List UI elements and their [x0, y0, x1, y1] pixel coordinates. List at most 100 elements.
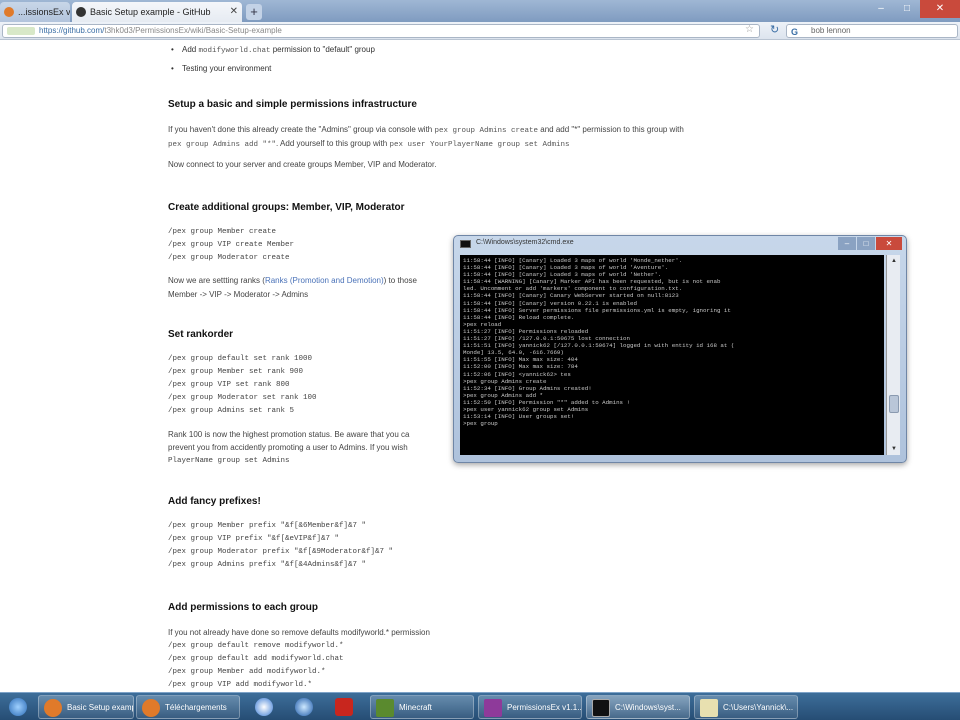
code-line: /pex group default remove modifyworld.*: [168, 642, 344, 650]
console-line: 11:52:06 [INFO] <yannick62> tes: [463, 370, 571, 378]
tab-basic-setup[interactable]: Basic Setup example - GitHub ✕: [72, 2, 242, 22]
console-line: led. Uncomment or add 'markers' componen…: [463, 285, 683, 293]
code-line: /pex group Member set rank 900: [168, 368, 304, 376]
taskbar-item-firefox[interactable]: Basic Setup examp...: [38, 695, 134, 719]
reload-icon[interactable]: ↻: [770, 23, 779, 36]
code-line: /pex group VIP add modifyworld.*: [168, 681, 313, 689]
paragraph: pex group Admins add "*". Add yourself t…: [168, 139, 570, 149]
close-tab-icon[interactable]: ✕: [230, 2, 238, 22]
firefox-favicon-icon: [4, 7, 14, 17]
search-text: bob lennon: [811, 26, 851, 35]
console-line: >pex group Admins add *: [463, 391, 544, 399]
firefox-icon: [44, 699, 62, 717]
paragraph: If you haven't done this already create …: [168, 125, 684, 135]
console-line: >pex group Admins create: [463, 377, 547, 385]
close-window-icon[interactable]: ✕: [876, 237, 902, 250]
scroll-thumb[interactable]: [889, 395, 899, 413]
bookmark-star-icon[interactable]: ☆: [745, 24, 754, 35]
search-input[interactable]: G bob lennon: [786, 24, 958, 38]
code-line: /pex group default add modifyworld.chat: [168, 655, 344, 663]
cmd-scrollbar[interactable]: ▲ ▼: [886, 255, 900, 455]
github-favicon-icon: [76, 7, 86, 17]
console-line: >pex group: [463, 420, 498, 428]
close-window-icon[interactable]: ✕: [920, 0, 960, 18]
tab-label: Basic Setup example - GitHub: [90, 7, 211, 17]
paragraph: Rank 100 is now the highest promotion st…: [168, 430, 410, 439]
console-line: >pex reload: [463, 320, 502, 328]
taskbar-item-permissionsex[interactable]: PermissionsEx v1.1...: [478, 695, 582, 719]
search-engine-icon: G: [791, 27, 799, 37]
list-item: Testing your environment: [171, 64, 271, 73]
windows-orb-icon: [9, 698, 27, 716]
taskbar-app[interactable]: [246, 695, 282, 719]
section-heading-groups: Create additional groups: Member, VIP, M…: [168, 202, 405, 213]
console-line: 11:52:34 [INFO] Group Admins created!: [463, 384, 592, 392]
scroll-down-icon[interactable]: ▼: [887, 443, 901, 455]
console-line: 11:58:44 [WARNING] [Canary] Marker API h…: [463, 278, 721, 286]
console-line: 11:52:00 [INFO] Max max size: 784: [463, 363, 578, 371]
tab-permissionsex[interactable]: ...issionsEx v1.14 ...: [0, 2, 70, 22]
minimize-icon[interactable]: –: [868, 0, 894, 18]
code-line: /pex group VIP create Member: [168, 241, 295, 249]
console-line: 11:58:44 [INFO] Reload complete.: [463, 313, 575, 321]
code-line: /pex group Moderator prefix "&f[&9Modera…: [168, 548, 394, 556]
paragraph: If you not already have done so remove d…: [168, 628, 430, 637]
section-heading-rankorder: Set rankorder: [168, 329, 234, 340]
taskbar-item-cmd[interactable]: C:\Windows\syst...: [586, 695, 690, 719]
url-path: t3hk0d3/PermissionsEx/wiki/Basic-Setup-e…: [104, 26, 282, 35]
section-heading-prefixes: Add fancy prefixes!: [168, 496, 261, 507]
address-bar[interactable]: https://github.com/t3hk0d3/PermissionsEx…: [2, 24, 760, 38]
code-line: /pex group VIP set rank 800: [168, 381, 290, 389]
navigation-bar: https://github.com/t3hk0d3/PermissionsEx…: [0, 22, 960, 40]
console-line: 11:58:44 [INFO] [Canary] Loaded 3 maps o…: [463, 271, 662, 279]
inline-code: PlayerName group set Admins: [168, 457, 290, 465]
cmd-icon: [592, 699, 610, 717]
section-heading-infrastructure: Setup a basic and simple permissions inf…: [168, 99, 417, 110]
console-line: >pex user yannick62 group set Admins: [463, 405, 589, 413]
code-line: /pex group Member prefix "&f[&6Member&f]…: [168, 522, 367, 530]
console-line: 11:51:27 [INFO] /127.0.0.1:50675 lost co…: [463, 335, 630, 343]
maximize-icon[interactable]: □: [857, 237, 875, 250]
console-line: 11:58:44 [INFO] [Canary] Canary WebServe…: [463, 292, 679, 300]
console-line: 11:58:44 [INFO] Server permissions file …: [463, 306, 731, 314]
cmd-icon: [460, 240, 471, 248]
start-button[interactable]: [0, 695, 36, 719]
app-icon: [255, 698, 273, 716]
site-identity-icon[interactable]: [7, 27, 35, 35]
taskbar-item-explorer[interactable]: C:\Users\Yannick\...: [694, 695, 798, 719]
console-line: Monde] 13.5, 64.0, -616.7669): [463, 349, 564, 357]
code-line: /pex group Admins prefix "&f[&4Admins&f]…: [168, 561, 367, 569]
browser-tab-bar: ...issionsEx v1.14 ... Basic Setup examp…: [0, 0, 960, 22]
code-line: /pex group Moderator create: [168, 254, 290, 262]
cmd-window-title: C:\Windows\system32\cmd.exe: [476, 239, 574, 246]
taskbar-item-minecraft[interactable]: Minecraft: [370, 695, 474, 719]
console-line: 11:53:14 [INFO] User groups set!: [463, 413, 575, 421]
filezilla-icon: [335, 698, 353, 716]
paragraph: prevent you from accidently promoting a …: [168, 443, 408, 452]
tab-label: ...issionsEx v1.14 ...: [18, 7, 70, 17]
code-line: /pex group Moderator set rank 100: [168, 394, 317, 402]
inline-code: modifyworld.chat: [198, 47, 271, 55]
code-line: /pex group Admins set rank 5: [168, 407, 295, 415]
taskbar-app[interactable]: [286, 695, 322, 719]
console-line: 11:51:27 [INFO] Permissions reloaded: [463, 327, 589, 335]
section-heading-permissions: Add permissions to each group: [168, 602, 319, 613]
scroll-up-icon[interactable]: ▲: [887, 255, 901, 267]
console-output[interactable]: 11:58:44 [INFO] [Canary] Loaded 3 maps o…: [460, 255, 884, 455]
new-tab-button[interactable]: +: [246, 4, 262, 20]
cmd-window[interactable]: C:\Windows\system32\cmd.exe – □ ✕ 11:58:…: [453, 235, 907, 463]
code-line: /pex group default set rank 1000: [168, 355, 313, 363]
winrar-icon: [484, 699, 502, 717]
taskbar-filezilla[interactable]: [326, 695, 362, 719]
console-line: 11:51:55 [INFO] Max max size: 404: [463, 356, 578, 364]
ranks-link[interactable]: Ranks (Promotion and Demotion): [265, 276, 384, 285]
code-line: /pex group Member add modifyworld.*: [168, 668, 326, 676]
console-line: 11:52:50 [INFO] Permission "*" added to …: [463, 398, 630, 406]
maximize-icon[interactable]: □: [894, 0, 920, 18]
taskbar-item-downloads[interactable]: Téléchargements: [136, 695, 240, 719]
notepad-icon: [700, 699, 718, 717]
firefox-icon: [142, 699, 160, 717]
code-line: /pex group VIP prefix "&f[&eVIP&f]&7 ": [168, 535, 340, 543]
paragraph: Now we are settting ranks (Ranks (Promot…: [168, 276, 418, 285]
minimize-icon[interactable]: –: [838, 237, 856, 250]
